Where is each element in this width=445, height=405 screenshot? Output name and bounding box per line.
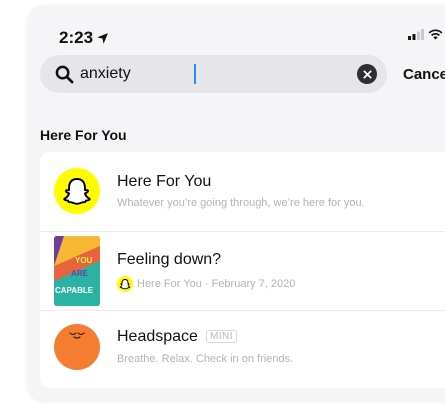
thumbnail-text-3: CAPABLE [55,286,94,295]
list-item[interactable]: Headspace MINI Breathe. Relax. Check in o… [40,310,445,388]
status-icons [408,29,445,40]
thumbnail-text-1: YOU [75,256,93,265]
snapchat-ghost-icon [117,276,133,292]
result-subtitle: Whatever you’re going through, we’re her… [117,197,365,209]
results-list: Here For You Whatever you’re going throu… [40,152,445,388]
search-input[interactable] [80,65,280,83]
search-bar[interactable] [40,55,387,93]
close-icon [362,69,372,79]
search-panel: 2:23 anxiety Cance Here For You Here For… [27,5,445,401]
story-thumbnail: YOU ARE CAPABLE [54,236,100,306]
text-caret [194,64,196,84]
snapchat-ghost-icon [54,168,100,214]
result-title: Feeling down? [117,251,222,268]
time-label: 2:23 [59,28,94,47]
result-title: Here For You [117,173,212,190]
section-heading: Here For You [40,127,127,143]
thumbnail-text-2: ARE [71,269,88,278]
list-item[interactable]: Here For You Whatever you’re going throu… [40,152,445,230]
result-subtitle: Breathe. Relax. Check in on friends. [117,353,294,365]
list-item[interactable]: YOU ARE CAPABLE Feeling down? Here For Y… [40,231,445,309]
status-time: 2:23 [59,28,109,48]
location-arrow-icon [97,32,108,44]
search-icon [55,65,74,83]
headspace-icon [54,324,100,370]
result-title: Headspace [117,328,198,345]
wifi-icon [428,29,443,40]
signal-icon [408,29,424,40]
clear-search-button[interactable] [357,64,377,84]
result-title-wrap: Headspace MINI [117,328,238,346]
cancel-button[interactable]: Cancel [403,66,445,83]
mini-badge: MINI [205,330,238,343]
result-subtitle: Here For You · February 7, 2020 [137,278,296,290]
result-subtitle-wrap: Here For You · February 7, 2020 [117,276,295,292]
